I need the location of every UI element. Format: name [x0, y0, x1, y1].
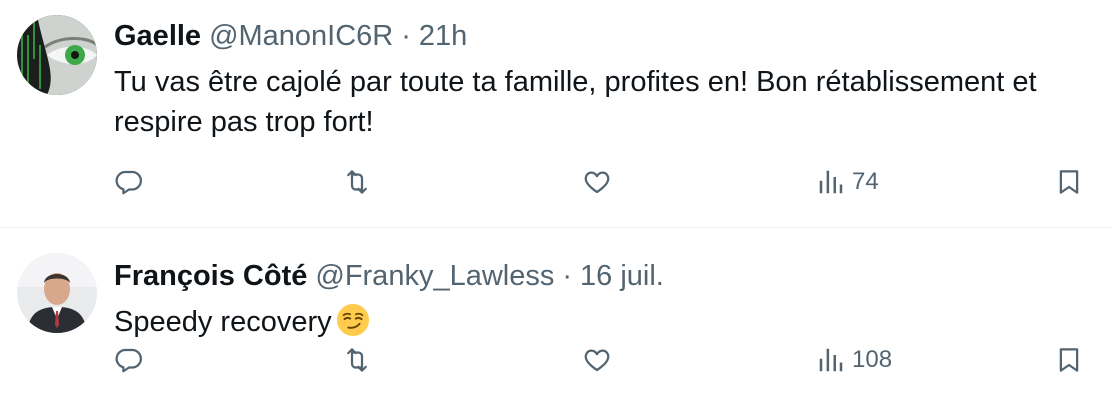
like-icon: [584, 349, 610, 372]
views-icon: [819, 348, 843, 372]
like-icon: [584, 171, 610, 194]
avatar[interactable]: [17, 15, 97, 95]
bookmark-icon: [1059, 170, 1079, 194]
reply-tweet[interactable]: Gaelle @ManonIC6R · 21h Tu vas être cajo…: [0, 0, 1112, 228]
action-bar: 74: [114, 160, 1096, 204]
tweet-header: Gaelle @ManonIC6R · 21h: [114, 14, 1096, 58]
timestamp[interactable]: 16 juil.: [580, 260, 664, 293]
like-button[interactable]: [582, 338, 612, 382]
reply-button[interactable]: [114, 160, 144, 204]
tweet-text: Tu vas être cajolé par toute ta famille,…: [114, 66, 1037, 138]
retweet-button[interactable]: [342, 160, 372, 204]
action-bar: 108: [114, 338, 1096, 382]
views-button[interactable]: 74: [816, 160, 879, 204]
separator-dot: ·: [401, 19, 411, 52]
tweet-text-container: Speedy recovery: [114, 302, 1096, 342]
author-name[interactable]: Gaelle: [114, 20, 201, 53]
avatar-image: [17, 253, 97, 333]
retweet-icon: [347, 348, 367, 372]
like-button[interactable]: [582, 160, 612, 204]
reply-tweet[interactable]: François Côté @Franky_Lawless · 16 juil.…: [0, 228, 1112, 408]
smirking-face-emoji: [336, 303, 369, 337]
separator-dot: ·: [562, 259, 573, 292]
views-icon: [819, 170, 843, 194]
views-button[interactable]: 108: [816, 338, 892, 382]
author-handle[interactable]: @ManonIC6R: [209, 20, 393, 53]
bookmark-button[interactable]: [1054, 338, 1084, 382]
views-count: 108: [852, 346, 893, 373]
views-count: 74: [852, 168, 879, 195]
reply-icon: [115, 348, 142, 373]
bookmark-icon: [1059, 348, 1079, 372]
retweet-button[interactable]: [342, 338, 372, 382]
reply-button[interactable]: [114, 338, 144, 382]
tweet-header: François Côté @Franky_Lawless · 16 juil.: [114, 254, 1096, 298]
avatar-image: [17, 15, 97, 95]
author-name[interactable]: François Côté: [114, 260, 307, 293]
bookmark-button[interactable]: [1054, 160, 1084, 204]
timestamp[interactable]: 21h: [419, 20, 467, 53]
reply-icon: [115, 170, 142, 195]
retweet-icon: [347, 170, 367, 194]
author-handle[interactable]: @Franky_Lawless: [315, 260, 554, 293]
avatar[interactable]: [17, 253, 97, 333]
tweet-text: Speedy recovery: [114, 306, 332, 338]
